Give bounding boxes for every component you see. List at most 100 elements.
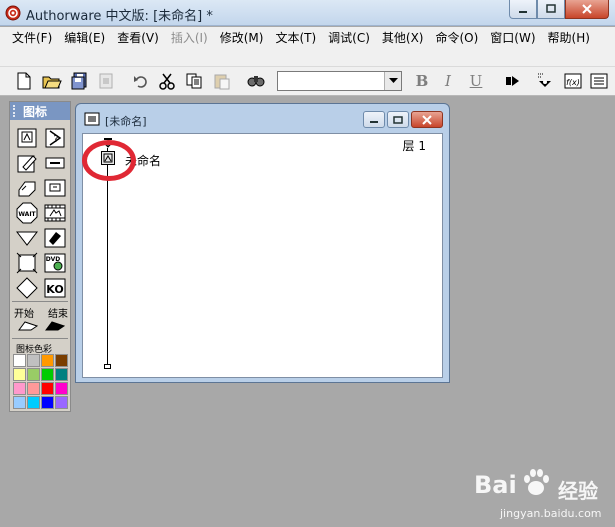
save-all-icon[interactable] — [70, 71, 90, 91]
start-flag-label: 开始 — [14, 309, 34, 320]
icon-color-swatches — [13, 354, 69, 410]
italic-icon[interactable]: I — [438, 71, 458, 91]
window-title: Authorware 中文版: [未命名] * — [26, 9, 213, 24]
child-close-button[interactable] — [411, 111, 443, 128]
color-swatch[interactable] — [27, 382, 40, 395]
color-swatch[interactable] — [13, 368, 26, 381]
italic-label: I — [445, 72, 451, 90]
color-swatch[interactable] — [41, 382, 54, 395]
open-file-icon[interactable] — [42, 71, 62, 91]
palette-header[interactable]: 图标 — [10, 102, 70, 120]
menu-help[interactable]: 帮助(H) — [542, 29, 596, 47]
color-swatch[interactable] — [13, 354, 26, 367]
new-file-icon[interactable] — [14, 71, 34, 91]
import-icon[interactable] — [96, 71, 116, 91]
menu-file[interactable]: 文件(F) — [6, 29, 58, 47]
paw-logo-icon — [524, 469, 549, 495]
bold-icon[interactable]: B — [412, 71, 432, 91]
watermark-brand: Bai — [474, 471, 517, 499]
close-icon — [422, 114, 432, 125]
display-icon[interactable] — [16, 127, 38, 149]
svg-text:?: ? — [53, 134, 58, 145]
maximize-button[interactable] — [537, 0, 565, 19]
flowline-end-marker[interactable] — [104, 364, 111, 369]
control-panel-icon[interactable] — [535, 71, 555, 91]
color-swatch[interactable] — [55, 396, 68, 409]
wait-icon[interactable] — [44, 152, 66, 174]
palette-title: 图标 — [23, 104, 48, 119]
menu-modify[interactable]: 修改(M) — [214, 29, 270, 47]
color-swatch[interactable] — [55, 382, 68, 395]
paste-icon[interactable] — [212, 71, 232, 91]
design-window-icon — [84, 112, 100, 126]
variables-icon[interactable] — [589, 71, 609, 91]
menu-text[interactable]: 文本(T) — [269, 29, 322, 47]
movie-icon[interactable] — [44, 202, 66, 224]
minimize-icon — [519, 11, 527, 13]
palette-divider — [12, 338, 68, 339]
palette-divider — [12, 301, 68, 302]
color-swatch[interactable] — [13, 396, 26, 409]
child-minimize-button[interactable] — [363, 111, 385, 128]
end-flag-label: 结束 — [48, 309, 68, 320]
erase-icon[interactable] — [16, 152, 38, 174]
menu-edit[interactable]: 编辑(E) — [58, 29, 111, 47]
watermark-brand-suffix: 经验 — [558, 479, 598, 503]
color-swatch[interactable] — [41, 396, 54, 409]
menu-view[interactable]: 查看(V) — [111, 29, 165, 47]
maximize-icon — [546, 4, 556, 13]
close-icon — [582, 4, 592, 14]
color-swatch[interactable] — [27, 354, 40, 367]
color-swatch[interactable] — [41, 354, 54, 367]
start-end-labels: 开始 结束 — [14, 305, 68, 320]
copy-icon[interactable] — [184, 71, 204, 91]
color-swatch[interactable] — [27, 396, 40, 409]
highlight-circle — [82, 140, 136, 181]
undo-icon[interactable] — [131, 71, 151, 91]
design-window-titlebar[interactable]: [未命名] — [76, 104, 449, 130]
wait-event-icon[interactable]: WAIT — [16, 202, 38, 224]
interaction-icon[interactable] — [16, 277, 38, 299]
color-swatch[interactable] — [55, 368, 68, 381]
menu-xtras[interactable]: 其他(X) — [376, 29, 430, 47]
motion-icon[interactable]: ? — [44, 127, 66, 149]
watermark-url: jingyan.baidu.com — [500, 507, 602, 520]
menu-commands[interactable]: 命令(O) — [429, 29, 484, 47]
start-flag-icon[interactable] — [17, 320, 38, 335]
color-swatch[interactable] — [55, 354, 68, 367]
color-swatch[interactable] — [27, 368, 40, 381]
dropdown-arrow-button[interactable] — [384, 72, 401, 90]
calculation-icon[interactable] — [16, 252, 38, 274]
sound-icon[interactable] — [44, 227, 66, 249]
toolbar: B I U f(x) — [0, 66, 615, 96]
chevron-down-icon — [388, 78, 398, 83]
close-button[interactable] — [565, 0, 609, 19]
knowledge-object-icon[interactable]: KO — [44, 277, 66, 299]
run-icon[interactable] — [503, 71, 523, 91]
style-dropdown[interactable] — [277, 71, 402, 91]
menu-debug[interactable]: 调试(C) — [322, 29, 376, 47]
authorware-app-icon[interactable] — [5, 5, 21, 21]
functions-icon[interactable]: f(x) — [563, 71, 583, 91]
video-icon[interactable]: DVD — [44, 252, 66, 274]
color-swatch[interactable] — [13, 382, 26, 395]
icon-palette: 图标 ? WAIT DVD KO 开始 结束 图标色彩 — [9, 101, 71, 412]
framework-icon[interactable] — [44, 177, 66, 199]
color-swatch[interactable] — [41, 368, 54, 381]
menu-insert[interactable]: 插入(I) — [165, 29, 214, 47]
title-bar: Authorware 中文版: [未命名] * — [0, 0, 615, 26]
end-flag-icon[interactable] — [44, 320, 65, 335]
design-window: [未命名] 未命名 层 1 — [75, 103, 450, 383]
maximize-icon — [393, 115, 403, 124]
underline-icon[interactable]: U — [466, 71, 486, 91]
cut-icon[interactable] — [157, 71, 177, 91]
minimize-button[interactable] — [509, 0, 537, 19]
window-controls — [509, 0, 609, 19]
menu-window[interactable]: 窗口(W) — [484, 29, 541, 47]
decision-icon[interactable] — [16, 227, 38, 249]
child-maximize-button[interactable] — [387, 111, 409, 128]
grip-handle-icon[interactable] — [13, 105, 19, 117]
find-icon[interactable] — [246, 71, 266, 91]
flowline-canvas[interactable]: 未命名 层 1 — [82, 133, 443, 378]
navigate-icon[interactable] — [16, 177, 38, 199]
